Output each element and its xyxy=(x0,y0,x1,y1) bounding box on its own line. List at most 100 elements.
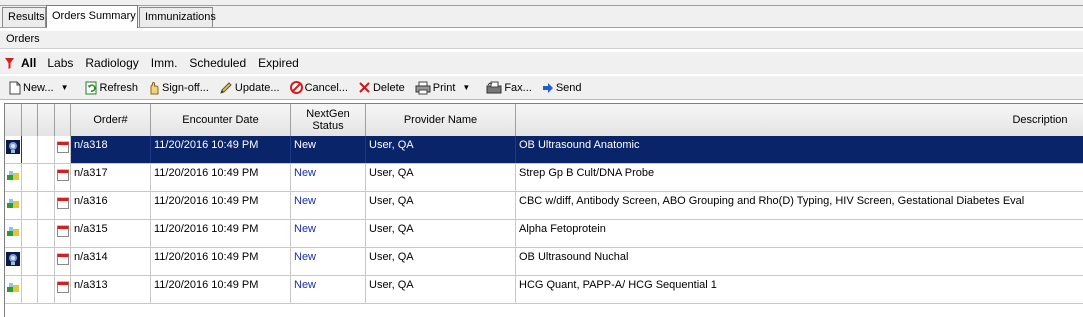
update-button[interactable]: Update... xyxy=(219,81,280,95)
provider-name: User, QA xyxy=(366,276,516,303)
print-dropdown-arrow-icon[interactable]: ▼ xyxy=(462,83,470,92)
tab-orders-summary[interactable]: Orders Summary xyxy=(46,5,138,28)
ultrasound-icon xyxy=(5,136,22,163)
row-indicator-1 xyxy=(22,136,38,163)
column-header-indicator-2[interactable] xyxy=(38,104,55,136)
orders-toolbar: New... ▼ Refresh Sign-off... Update... C… xyxy=(0,76,1083,100)
orders-section-title: Orders xyxy=(0,31,1083,49)
column-header-flag[interactable] xyxy=(5,104,22,136)
row-indicator-2 xyxy=(38,192,55,219)
order-number: n/a313 xyxy=(71,276,151,303)
tab-results[interactable]: Results xyxy=(2,7,46,27)
table-row[interactable]: n/a317 11/20/2016 10:49 PM New User, QA … xyxy=(5,164,1083,192)
status-new: New xyxy=(291,220,366,247)
cancel-icon xyxy=(289,81,303,94)
print-button[interactable]: Print ▼ xyxy=(415,81,477,95)
lab-icon xyxy=(5,192,22,219)
refresh-icon xyxy=(85,81,96,94)
row-indicator-1 xyxy=(22,192,38,219)
send-button[interactable]: Send xyxy=(542,82,582,94)
table-row[interactable]: n/a318 11/20/2016 10:49 PM New User, QA … xyxy=(5,136,1083,164)
row-indicator-2 xyxy=(38,276,55,303)
status-new: New xyxy=(291,192,366,219)
order-number: n/a314 xyxy=(71,248,151,275)
column-header-provider-name[interactable]: Provider Name xyxy=(366,104,516,136)
row-indicator-1 xyxy=(22,164,38,191)
calendar-icon xyxy=(55,220,71,247)
sign-off-button[interactable]: Sign-off... xyxy=(148,81,209,95)
lab-icon xyxy=(5,220,22,247)
tab-immunizations[interactable]: Immunizations xyxy=(139,7,216,27)
provider-name: User, QA xyxy=(366,248,516,275)
column-header-description-label: Description xyxy=(1012,114,1068,126)
filter-expired[interactable]: Expired xyxy=(258,56,299,70)
filter-all[interactable]: All xyxy=(21,56,36,70)
table-row[interactable]: n/a313 11/20/2016 10:49 PM New User, QA … xyxy=(5,276,1083,304)
calendar-icon xyxy=(55,248,71,275)
row-indicator-1 xyxy=(22,276,38,303)
send-arrow-icon xyxy=(542,82,553,93)
row-indicator-2 xyxy=(38,248,55,275)
delete-button[interactable]: Delete xyxy=(358,81,405,94)
new-document-icon xyxy=(9,81,21,94)
column-header-description[interactable]: Description xyxy=(516,104,1083,136)
cancel-button-label: Cancel... xyxy=(304,81,348,94)
cancel-button[interactable]: Cancel... xyxy=(289,81,348,94)
sign-off-button-label: Sign-off... xyxy=(162,81,209,94)
calendar-icon xyxy=(55,192,71,219)
order-description: OB Ultrasound Nuchal xyxy=(519,251,629,263)
column-header-indicator-1[interactable] xyxy=(22,104,38,136)
provider-name: User, QA xyxy=(366,164,516,191)
tab-strip: Results Orders Summary Immunizations xyxy=(0,0,1083,28)
encounter-date: 11/20/2016 10:49 PM xyxy=(151,220,291,247)
send-button-label: Send xyxy=(555,81,582,94)
column-header-encounter-date-label: Encounter Date xyxy=(182,114,259,126)
order-number: n/a315 xyxy=(71,220,151,247)
order-description: Strep Gp B Cult/DNA Probe xyxy=(519,167,655,179)
grid-header: Order# Encounter Date NextGen Status Pro… xyxy=(5,104,1083,136)
table-row[interactable]: n/a316 11/20/2016 10:49 PM New User, QA … xyxy=(5,192,1083,220)
new-button[interactable]: New... ▼ xyxy=(9,81,75,95)
fax-button[interactable]: Fax... xyxy=(486,81,532,95)
delete-button-label: Delete xyxy=(372,81,405,94)
filter-labs[interactable]: Labs xyxy=(47,56,73,70)
calendar-icon xyxy=(55,164,71,191)
filter-scheduled[interactable]: Scheduled xyxy=(189,56,246,70)
refresh-button-label: Refresh xyxy=(99,81,139,94)
print-button-label: Print xyxy=(432,81,456,94)
order-description: CBC w/diff, Antibody Screen, ABO Groupin… xyxy=(519,195,1025,207)
orders-grid: Order# Encounter Date NextGen Status Pro… xyxy=(4,103,1083,317)
column-header-order[interactable]: Order# xyxy=(71,104,151,136)
new-dropdown-arrow-icon[interactable]: ▼ xyxy=(61,83,69,92)
filter-imm[interactable]: Imm. xyxy=(151,56,178,70)
order-number: n/a316 xyxy=(71,192,151,219)
order-number: n/a317 xyxy=(71,164,151,191)
update-button-label: Update... xyxy=(234,81,280,94)
status-new: New xyxy=(291,164,366,191)
encounter-date: 11/20/2016 10:49 PM xyxy=(151,248,291,275)
order-description: OB Ultrasound Anatomic xyxy=(519,139,640,151)
column-header-encounter-date[interactable]: Encounter Date xyxy=(151,104,291,136)
calendar-icon xyxy=(55,276,71,303)
column-header-nextgen-status-line1: NextGen xyxy=(306,108,350,120)
column-header-provider-name-label: Provider Name xyxy=(403,114,478,126)
column-header-nextgen-status[interactable]: NextGen Status xyxy=(291,104,366,136)
tab-strip-bottom-border xyxy=(0,27,1083,28)
fax-icon xyxy=(486,81,502,93)
refresh-button[interactable]: Refresh xyxy=(85,81,139,95)
order-description: HCG Quant, PAPP-A/ HCG Sequential 1 xyxy=(519,279,717,291)
table-row[interactable]: n/a314 11/20/2016 10:49 PM New User, QA … xyxy=(5,248,1083,276)
column-header-indicator-3[interactable] xyxy=(55,104,71,136)
delete-x-icon xyxy=(359,82,370,93)
encounter-date: 11/20/2016 10:49 PM xyxy=(151,164,291,191)
tab-strip-top-border xyxy=(0,5,1083,6)
funnel-icon xyxy=(5,56,17,70)
row-indicator-2 xyxy=(38,164,55,191)
filter-radiology[interactable]: Radiology xyxy=(85,56,138,70)
table-row[interactable]: n/a315 11/20/2016 10:49 PM New User, QA … xyxy=(5,220,1083,248)
row-indicator-2 xyxy=(38,136,55,163)
row-indicator-1 xyxy=(22,220,38,247)
pencil-icon xyxy=(220,81,232,94)
status-new: New xyxy=(291,248,366,275)
hand-sign-icon xyxy=(150,81,159,94)
